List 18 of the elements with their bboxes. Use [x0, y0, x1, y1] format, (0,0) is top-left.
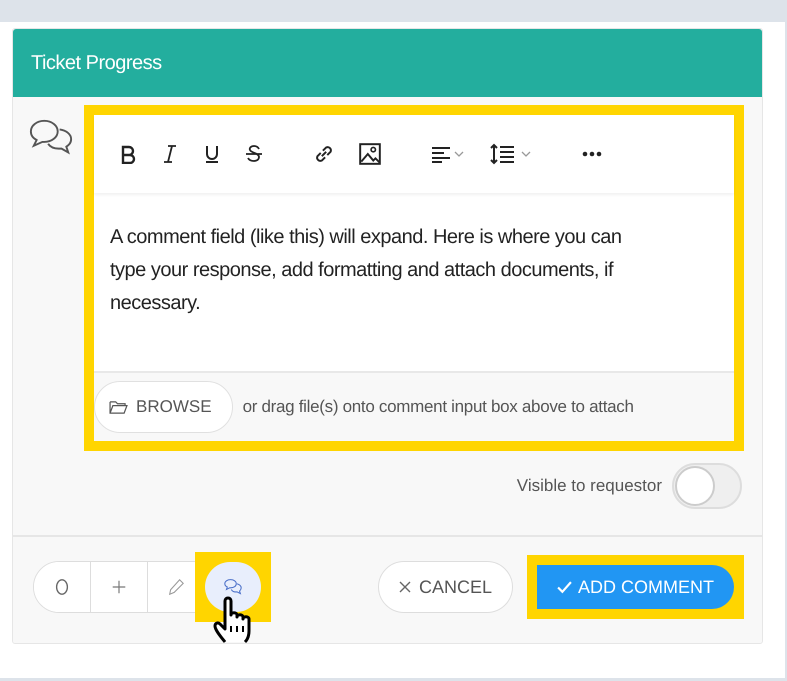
visibility-label: Visible to requestor: [516, 476, 662, 496]
card-title: Ticket Progress: [31, 52, 162, 74]
visibility-toggle[interactable]: [672, 463, 742, 509]
close-icon: [398, 581, 411, 593]
browse-button[interactable]: BROWSE: [94, 381, 233, 433]
strikethrough-icon[interactable]: [244, 144, 264, 164]
align-dropdown-icon[interactable]: [430, 144, 466, 164]
more-icon[interactable]: [582, 151, 602, 157]
cancel-button[interactable]: CANCEL: [378, 561, 513, 613]
comment-action-button[interactable]: [205, 562, 261, 612]
chat-bubbles-icon: [223, 578, 243, 596]
attach-hint: or drag file(s) onto comment input box above to attach: [242, 397, 634, 417]
pencil-icon: [167, 578, 185, 596]
folder-icon: [109, 400, 128, 414]
checkmark-icon: [557, 580, 572, 594]
image-icon[interactable]: [358, 142, 382, 166]
plus-icon: [110, 578, 128, 596]
circle-icon: [53, 578, 71, 596]
